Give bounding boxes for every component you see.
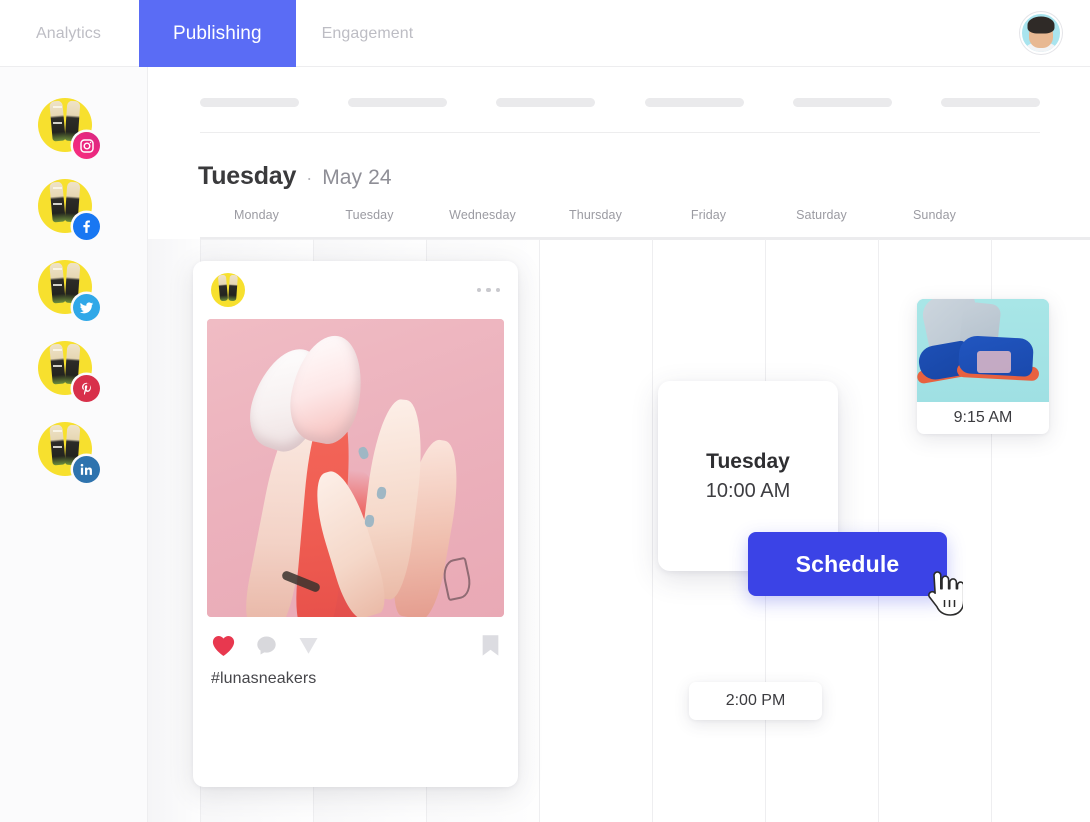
day-header-thursday[interactable]: Thursday [539,208,652,222]
more-options-icon[interactable] [476,287,500,293]
post-preview-card[interactable]: #lunasneakers [193,261,518,787]
tab-analytics[interactable]: Analytics [0,0,139,67]
schedule-popup-day: Tuesday [706,449,790,473]
app-root: Analytics Publishing Engagement Tuesday … [0,0,1090,822]
avatar-hair [1027,16,1055,34]
twitter-icon [73,294,100,321]
bookmark-icon[interactable] [481,634,500,662]
user-avatar-wrapper[interactable] [1020,0,1090,66]
scheduled-slot-time: 2:00 PM [725,692,786,709]
pinterest-icon [73,375,100,402]
schedule-popup-time: 10:00 AM [705,479,791,502]
post-caption: #lunasneakers [211,670,317,687]
sidebar-account-instagram[interactable] [38,98,100,159]
tab-engagement-label: Engagement [321,24,414,42]
tab-analytics-label: Analytics [36,24,101,42]
accounts-sidebar [0,67,148,822]
sidebar-account-facebook[interactable] [38,179,100,240]
comment-icon[interactable] [255,634,278,662]
linkedin-icon [73,456,100,483]
sidebar-account-twitter[interactable] [38,260,100,321]
day-header-tuesday[interactable]: Tuesday [313,208,426,222]
grid-line-6 [878,239,879,822]
main-content: Tuesday · May 24 Monday Tuesday Wednesda… [148,67,1090,822]
user-avatar[interactable] [1020,12,1062,54]
tab-publishing-label: Publishing [172,22,262,44]
post-card-header [193,261,518,319]
tab-engagement[interactable]: Engagement [296,0,440,67]
scheduled-post-image [917,299,1049,402]
calendar-day-headers: Monday Tuesday Wednesday Thursday Friday… [148,208,1090,236]
scheduled-post-915[interactable]: 9:15 AM [917,299,1049,434]
tab-publishing[interactable]: Publishing [138,0,296,67]
sidebar-account-pinterest[interactable] [38,341,100,402]
schedule-button[interactable]: Schedule [748,532,947,596]
post-image [207,319,504,617]
instagram-icon [73,132,100,159]
pointer-hand-cursor [921,571,965,619]
grid-line-3 [539,239,540,822]
like-icon[interactable] [211,634,236,662]
account-avatar[interactable] [211,273,245,307]
top-navigation-bar: Analytics Publishing Engagement [0,0,1090,67]
scheduled-slot-200[interactable]: 2:00 PM [689,682,822,720]
day-header-friday[interactable]: Friday [652,208,765,222]
scheduled-post-time: 9:15 AM [953,409,1013,426]
day-header-wednesday[interactable]: Wednesday [426,208,539,222]
day-header-sunday[interactable]: Sunday [878,208,991,222]
post-engagement-actions [193,626,518,670]
share-icon[interactable] [297,634,320,662]
grid-line-4 [652,239,653,822]
day-header-saturday[interactable]: Saturday [765,208,878,222]
sidebar-account-linkedin[interactable] [38,422,100,483]
day-header-monday[interactable]: Monday [200,208,313,222]
facebook-icon [73,213,100,240]
